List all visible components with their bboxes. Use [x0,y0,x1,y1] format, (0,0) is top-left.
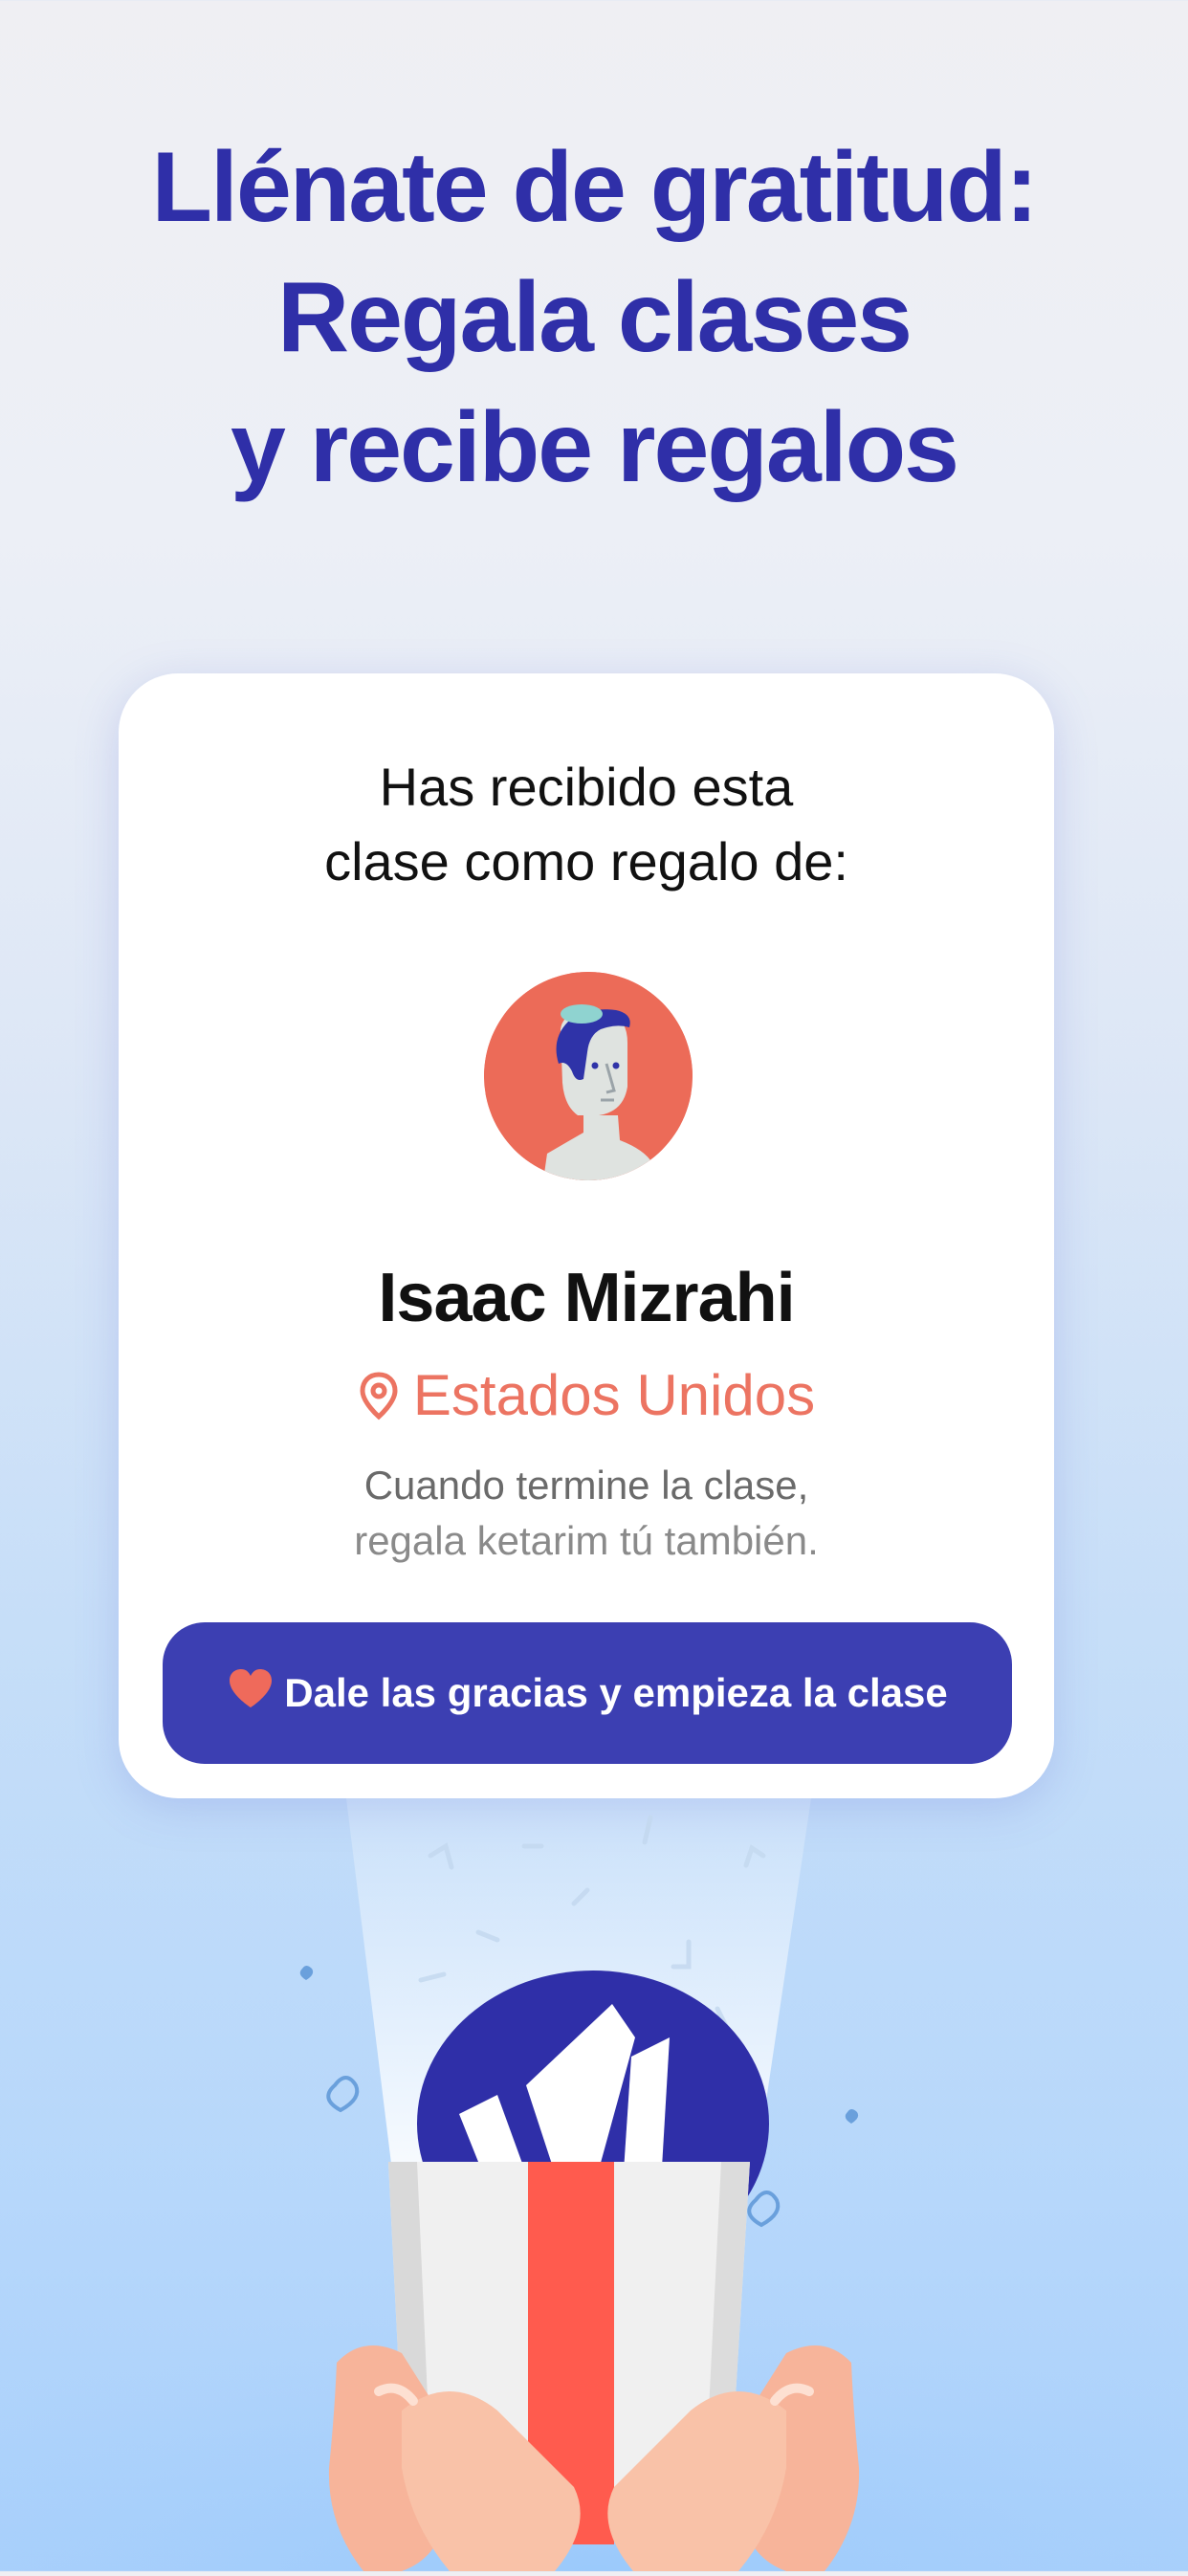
avatar [484,972,693,1180]
sender-name: Isaac Mizrahi [378,1260,795,1336]
headline-line-1: Llénate de gratitud: [151,132,1039,243]
headline-line-2: Regala clases [276,262,913,373]
gift-intro: Has recibido esta clase como regalo de: [119,750,1054,899]
headline-line-3: y recibe regalos [231,392,959,503]
gift-illustration [0,1798,1188,2571]
map-pin-icon [358,1368,400,1435]
gift-note: Cuando termine la clase, regala ketarim … [119,1458,1054,1569]
heart-icon [227,1667,275,1719]
gift-intro-line-1: Has recibido esta [379,757,794,817]
location-label: Estados Unidos [412,1363,816,1427]
gift-intro-line-2: clase como regalo de: [324,831,848,892]
gift-card: Has recibido esta clase como regalo de: … [119,673,1054,1798]
sender-location: Estados Unidos [119,1362,1054,1435]
gift-note-line-2: regala ketarim tú también. [354,1518,819,1563]
thank-and-start-label: Dale las gracias y empieza la clase [284,1670,948,1715]
page-headline: Llénate de gratitud: Regala clases y rec… [0,122,1188,513]
thank-and-start-button[interactable]: Dale las gracias y empieza la clase [163,1622,1012,1764]
gift-note-line-1: Cuando termine la clase, [363,1463,809,1508]
